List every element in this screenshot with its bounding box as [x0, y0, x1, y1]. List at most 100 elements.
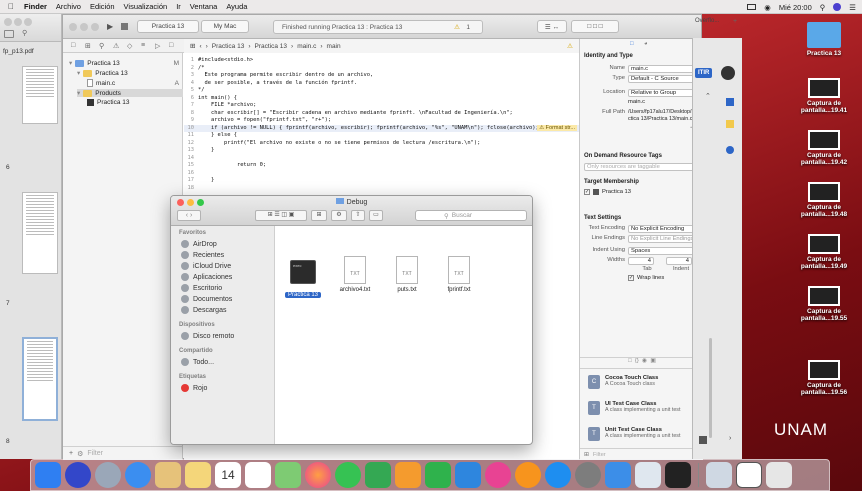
- sidebar-item-documentos[interactable]: Documentos: [181, 295, 232, 303]
- wifi-icon[interactable]: ◉: [764, 3, 771, 12]
- jumpbar-project[interactable]: Practica 13: [212, 43, 245, 50]
- editor-mode-buttons[interactable]: ☰ ↔: [537, 20, 567, 33]
- file-item[interactable]: TXT fprintf.txt: [435, 256, 483, 293]
- sidebar-item-icloud[interactable]: iCloud Drive: [181, 262, 231, 270]
- page-thumbnail-selected[interactable]: [22, 337, 58, 421]
- related-items-icon[interactable]: ⊞: [190, 42, 195, 50]
- template-item[interactable]: C Cocoa Touch Class A Cocoa Touch class: [588, 375, 698, 401]
- menu-edicion[interactable]: Edición: [90, 2, 115, 11]
- menu-finder[interactable]: Finder: [24, 2, 47, 11]
- library-toggle-icon[interactable]: [699, 436, 707, 444]
- strip-tab[interactable]: Overflo...: [695, 18, 719, 24]
- nav-filter-input[interactable]: Filter: [87, 450, 103, 457]
- back-forward-buttons[interactable]: ‹ ›: [177, 210, 201, 221]
- file-item[interactable]: exec Practica 13: [279, 256, 327, 298]
- file-item[interactable]: TXT archivo4.txt: [331, 256, 379, 293]
- warning-annotation[interactable]: ⚠ Format str...: [537, 124, 577, 131]
- apple-menu-icon[interactable]: : [8, 2, 14, 11]
- test-tab-icon[interactable]: ◇: [127, 42, 132, 50]
- folder-tab-icon[interactable]: □: [71, 42, 75, 49]
- minimize-icon[interactable]: [14, 18, 22, 26]
- sidebar-item-disco-remoto[interactable]: Disco remoto: [181, 332, 234, 340]
- group-button[interactable]: ⊞: [311, 210, 327, 221]
- finder-icon[interactable]: [35, 462, 61, 488]
- preview-icon[interactable]: [635, 462, 661, 488]
- chevron-right-icon[interactable]: ›: [729, 435, 731, 442]
- notes-icon[interactable]: [185, 462, 211, 488]
- desktop-screenshot[interactable]: Captura de pantalla...19.48: [794, 182, 854, 218]
- zoom-icon[interactable]: [91, 23, 99, 31]
- indent-select[interactable]: Spaces: [628, 247, 700, 255]
- name-field[interactable]: main.c: [628, 65, 700, 73]
- help-inspector-tab-icon[interactable]: ◕: [644, 41, 648, 47]
- desktop-screenshot[interactable]: Captura de pantalla...19.42: [794, 130, 854, 166]
- menu-ayuda[interactable]: Ayuda: [226, 2, 247, 11]
- sidebar-item-escritorio[interactable]: Escritorio: [181, 284, 222, 292]
- siri-menu-icon[interactable]: [833, 3, 842, 11]
- indent-width-field[interactable]: 4: [666, 257, 692, 265]
- minimize-icon[interactable]: [80, 23, 88, 31]
- view-mode-buttons[interactable]: ⊞ ☰ ◫ ▣: [255, 210, 307, 221]
- forward-icon[interactable]: ›: [206, 43, 208, 50]
- strip-button[interactable]: ITIR: [695, 68, 713, 78]
- file-item[interactable]: TXT puts.txt: [383, 256, 431, 293]
- sidebar-item-aplicaciones[interactable]: Aplicaciones: [181, 273, 232, 281]
- nav-product[interactable]: Practica 13: [87, 99, 130, 106]
- type-select[interactable]: Default - C Source: [628, 75, 700, 83]
- run-button[interactable]: ▶: [107, 22, 113, 31]
- debug-tab-icon[interactable]: ≡: [141, 42, 145, 49]
- template-item[interactable]: T UI Test Case Class A class implementing…: [588, 401, 698, 427]
- target-checkbox[interactable]: ✓: [584, 189, 590, 195]
- nav-products[interactable]: ▾ Products: [77, 89, 183, 97]
- library-filter-input[interactable]: Filter: [593, 452, 606, 458]
- pages-icon[interactable]: [395, 462, 421, 488]
- wrap-lines-checkbox[interactable]: ✓: [628, 275, 634, 281]
- symbol-tab-icon[interactable]: ⊞: [85, 42, 91, 50]
- reminders-icon[interactable]: [245, 462, 271, 488]
- report-tab-icon[interactable]: □: [169, 42, 173, 49]
- code-snippet-library-icon[interactable]: {}: [635, 358, 639, 364]
- safari-icon[interactable]: [125, 462, 151, 488]
- sidebar-item-todo[interactable]: Todo...: [181, 358, 214, 366]
- desktop-screenshot[interactable]: Captura de pantalla...19.49: [794, 234, 854, 270]
- scrollbar[interactable]: [709, 338, 712, 438]
- encoding-select[interactable]: No Explicit Encoding: [628, 225, 700, 233]
- zoom-out-icon[interactable]: ⚲: [22, 29, 27, 37]
- issue-nav-icon[interactable]: ⚠: [567, 42, 573, 50]
- tab-width-field[interactable]: 4: [628, 257, 654, 265]
- menu-archivo[interactable]: Archivo: [56, 2, 81, 11]
- back-icon[interactable]: ‹: [199, 43, 201, 50]
- tags-button[interactable]: ▭: [369, 210, 383, 221]
- search-field[interactable]: ⚲ Buscar: [415, 210, 527, 221]
- media-library-icon[interactable]: ▣: [650, 358, 655, 364]
- sidebar-item-recientes[interactable]: Recientes: [181, 251, 224, 259]
- window-icon[interactable]: [736, 462, 762, 488]
- xcode-icon[interactable]: [605, 462, 631, 488]
- location-select[interactable]: Relative to Group: [628, 89, 700, 97]
- search-tab-icon[interactable]: ⚲: [99, 42, 104, 50]
- line-endings-select[interactable]: No Explicit Line Endings: [628, 235, 700, 243]
- avatar[interactable]: [721, 66, 735, 80]
- maps-icon[interactable]: [275, 462, 301, 488]
- grid-view-icon[interactable]: ⊞: [584, 452, 589, 458]
- calendar-icon[interactable]: 14: [215, 462, 241, 488]
- menu-ventana[interactable]: Ventana: [190, 2, 218, 11]
- spotlight-icon[interactable]: ⚲: [820, 3, 826, 12]
- close-icon[interactable]: [69, 23, 77, 31]
- page-thumbnail[interactable]: [22, 192, 58, 274]
- zoom-icon[interactable]: [24, 18, 32, 26]
- facetime-icon[interactable]: [365, 462, 391, 488]
- desktop-screenshot[interactable]: Captura de pantalla...19.56: [794, 360, 854, 396]
- scroll-up-icon[interactable]: ⌃: [705, 92, 711, 100]
- file-inspector-tab-icon[interactable]: □: [630, 41, 634, 47]
- launchpad-icon[interactable]: [95, 462, 121, 488]
- add-tab-icon[interactable]: +: [733, 18, 737, 25]
- desktop-screenshot[interactable]: Captura de pantalla...19.55: [794, 286, 854, 322]
- add-icon[interactable]: +: [69, 450, 73, 457]
- photos2-icon[interactable]: [305, 462, 331, 488]
- sidebar-toggle-icon[interactable]: [4, 30, 14, 38]
- issue-tab-icon[interactable]: ⚠: [113, 42, 119, 50]
- appstore-icon[interactable]: [545, 462, 571, 488]
- nav-group[interactable]: ▾ Practica 13: [77, 69, 128, 77]
- action-button[interactable]: ⚙: [331, 210, 347, 221]
